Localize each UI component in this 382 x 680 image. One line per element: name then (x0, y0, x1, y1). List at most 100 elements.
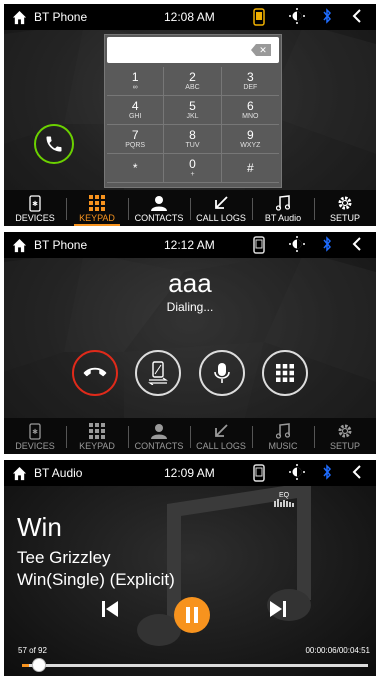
keypad-key[interactable]: 7 PQRS (107, 125, 165, 154)
keypad-key[interactable]: 9 WXYZ (221, 125, 279, 154)
progress-bar[interactable] (22, 664, 368, 667)
key-letters: + (190, 170, 195, 178)
key-digit: 8 (189, 127, 196, 142)
key-letters: GHI (128, 112, 142, 120)
page-title: BT Phone (34, 10, 88, 24)
keypad-icon (276, 364, 294, 382)
tab-keypad[interactable]: KEYPAD (66, 190, 128, 226)
phone-icon (44, 134, 64, 154)
page-title: BT Audio (34, 466, 83, 480)
keypad-key[interactable]: * (107, 154, 165, 183)
tab-bt-audio[interactable]: BT Audio (252, 190, 314, 226)
phone-status-icon (252, 236, 266, 257)
caller-name: aaa (168, 268, 212, 298)
tab-label: CONTACTS (134, 213, 184, 223)
page-title: BT Phone (34, 238, 88, 252)
key-letters: PQRS (125, 141, 146, 149)
backspace-icon[interactable]: ✕ (251, 44, 271, 56)
tab-setup[interactable]: SETUP (314, 418, 376, 454)
keypad-key[interactable]: 4 GHI (107, 96, 165, 125)
tab-contacts[interactable]: CONTACTS (128, 190, 190, 226)
previous-track-button[interactable] (102, 600, 118, 623)
play-pause-button[interactable] (174, 597, 210, 633)
keypad-grid: 1 ∞ 2 ABC 3 DEF 4 GHI 5 JKL 6 MNO 7 PQRS 8 TUV 9 WXYZ * 0 + # (107, 67, 279, 183)
keypad-key[interactable]: 1 ∞ (107, 67, 165, 96)
brightness-icon[interactable] (289, 464, 305, 483)
key-digit: 5 (189, 98, 196, 113)
phone-transfer-icon (148, 361, 168, 385)
key-digit: 7 (131, 127, 139, 142)
end-call-button[interactable] (72, 350, 118, 396)
keypad-icon (89, 421, 105, 441)
device-icon: ✱ (29, 421, 41, 441)
show-keypad-button[interactable] (262, 350, 308, 396)
contact-icon (151, 421, 167, 441)
keypad-key[interactable]: 5 JKL (164, 96, 222, 125)
album-art-placeholder (137, 481, 311, 646)
tab-call-logs[interactable]: CALL LOGS (190, 418, 252, 454)
tab-keypad[interactable]: KEYPAD (66, 418, 128, 454)
keypad-key[interactable]: 6 MNO (221, 96, 279, 125)
transfer-audio-button[interactable] (135, 350, 181, 396)
progress-fill (22, 664, 30, 667)
next-track-button[interactable] (270, 600, 286, 623)
music-screen: BT Audio 12:09 AM EQ Win Tee Grizzley Wi… (4, 460, 376, 676)
key-digit: 4 (131, 98, 139, 113)
back-icon[interactable] (352, 8, 362, 27)
keypad-key[interactable]: 2 ABC (164, 67, 222, 96)
dialing-screen: BT Phone 12:12 AM aaa Dialing... ✱ DEVIC… (4, 232, 376, 454)
device-icon: ✱ (29, 193, 41, 213)
dial-keypad: ✕ 1 ∞ 2 ABC 3 DEF 4 GHI 5 JKL 6 MNO 7 PQRS 8 TUV 9 WXYZ * 0… (104, 34, 282, 188)
back-icon[interactable] (352, 464, 362, 483)
track-position: 57 of 92 (18, 646, 47, 655)
brightness-icon[interactable] (289, 8, 305, 27)
key-letters: WXYZ (240, 141, 261, 149)
tab-call-logs[interactable]: CALL LOGS (190, 190, 252, 226)
tab-contacts[interactable]: CONTACTS (128, 418, 190, 454)
hang-up-icon (79, 357, 110, 388)
bottom-nav: ✱ DEVICES KEYPAD CONTACTS CALL LOGS BT A… (4, 190, 376, 226)
call-button[interactable] (34, 124, 74, 164)
tab-devices[interactable]: ✱ DEVICES (4, 190, 66, 226)
tab-label: CALL LOGS (196, 213, 246, 223)
back-icon[interactable] (352, 236, 362, 255)
call-log-icon (213, 421, 229, 441)
tab-label: SETUP (329, 441, 360, 451)
track-time: 00:00:06/00:04:51 (305, 646, 370, 655)
call-log-icon (213, 193, 229, 213)
key-digit: 2 (189, 69, 196, 84)
home-icon[interactable] (4, 238, 34, 253)
clock: 12:12 AM (164, 238, 215, 252)
bluetooth-icon (322, 8, 332, 27)
key-letters: DEF (243, 83, 258, 91)
key-letters: ∞ (132, 83, 138, 91)
mute-button[interactable] (199, 350, 245, 396)
phone-status-icon (252, 464, 266, 485)
tab-label: KEYPAD (79, 441, 115, 451)
keypad-key[interactable]: 0 + (164, 154, 222, 183)
keypad-key[interactable]: 8 TUV (164, 125, 222, 154)
clock: 12:08 AM (164, 10, 215, 24)
number-input[interactable]: ✕ (107, 37, 279, 63)
tab-label: DEVICES (15, 213, 55, 223)
tab-label: CONTACTS (134, 441, 184, 451)
home-icon[interactable] (4, 10, 34, 25)
status-bar: BT Phone 12:08 AM (4, 4, 376, 30)
key-digit: 6 (246, 98, 254, 113)
bluetooth-icon (322, 464, 332, 483)
tab-label: KEYPAD (79, 213, 115, 223)
home-icon[interactable] (4, 466, 34, 481)
brightness-icon[interactable] (289, 236, 305, 255)
tab-label: DEVICES (15, 441, 55, 451)
keypad-key[interactable]: 3 DEF (221, 67, 279, 96)
tab-music[interactable]: MUSIC (252, 418, 314, 454)
tab-setup[interactable]: SETUP (314, 190, 376, 226)
eq-button[interactable]: EQ (274, 492, 294, 509)
track-album: Win(Single) (Explicit) (17, 570, 175, 589)
tab-devices[interactable]: ✱ DEVICES (4, 418, 66, 454)
tab-label: BT Audio (264, 213, 302, 223)
gear-icon (337, 421, 353, 441)
key-digit: 3 (246, 69, 254, 84)
keypad-key[interactable]: # (221, 154, 279, 183)
seek-handle[interactable] (32, 658, 47, 672)
